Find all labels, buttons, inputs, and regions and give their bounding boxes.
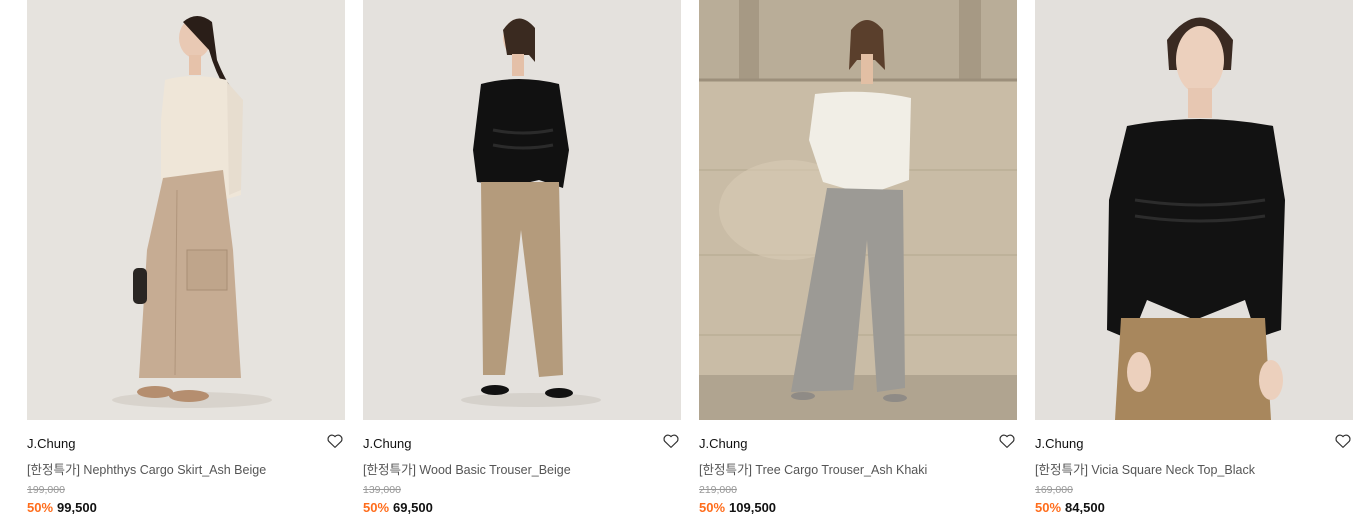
price-line: 50% 84,500 [1035,500,1105,515]
product-card[interactable]: J.Chung [한정특가] Tree Cargo Trouser_Ash Kh… [699,0,1017,523]
sale-price: 109,500 [729,500,777,515]
product-photo-illustration [363,0,681,420]
product-image[interactable] [363,0,681,420]
product-name[interactable]: [한정특가] Nephthys Cargo Skirt_Ash Beige [27,459,266,478]
original-price: 219,000 [699,484,737,496]
product-photo-illustration [699,0,1017,420]
product-image[interactable] [27,0,345,420]
product-image[interactable] [1035,0,1353,420]
product-card[interactable]: J.Chung [한정특가] Wood Basic Trouser_Beige … [363,0,681,523]
product-name[interactable]: [한정특가] Tree Cargo Trouser_Ash Khaki [699,459,927,478]
product-brand[interactable]: J.Chung [1035,436,1083,451]
wishlist-heart-icon[interactable] [1334,432,1352,450]
original-price: 199,000 [27,484,65,496]
sale-price: 84,500 [1065,500,1105,515]
price-line: 50% 99,500 [27,500,97,515]
wishlist-heart-icon[interactable] [998,432,1016,450]
original-price: 169,000 [1035,484,1073,496]
discount-rate: 50% [1035,500,1062,515]
product-brand[interactable]: J.Chung [27,436,75,451]
product-brand[interactable]: J.Chung [363,436,411,451]
original-price: 139,000 [363,484,401,496]
wishlist-heart-icon[interactable] [662,432,680,450]
product-photo-illustration [1035,0,1353,420]
discount-rate: 50% [363,500,390,515]
discount-rate: 50% [699,500,726,515]
product-grid: J.Chung [한정특가] Nephthys Cargo Skirt_Ash … [0,0,1359,523]
price-line: 50% 69,500 [363,500,433,515]
discount-rate: 50% [27,500,54,515]
product-photo-illustration [27,0,345,420]
product-name[interactable]: [한정특가] Vicia Square Neck Top_Black [1035,459,1255,478]
product-image[interactable] [699,0,1017,420]
product-brand[interactable]: J.Chung [699,436,747,451]
sale-price: 69,500 [393,500,433,515]
price-line: 50% 109,500 [699,500,776,515]
sale-price: 99,500 [57,500,97,515]
wishlist-heart-icon[interactable] [326,432,344,450]
product-name[interactable]: [한정특가] Wood Basic Trouser_Beige [363,459,571,478]
product-card[interactable]: J.Chung [한정특가] Nephthys Cargo Skirt_Ash … [27,0,345,523]
product-card[interactable]: J.Chung [한정특가] Vicia Square Neck Top_Bla… [1035,0,1353,523]
